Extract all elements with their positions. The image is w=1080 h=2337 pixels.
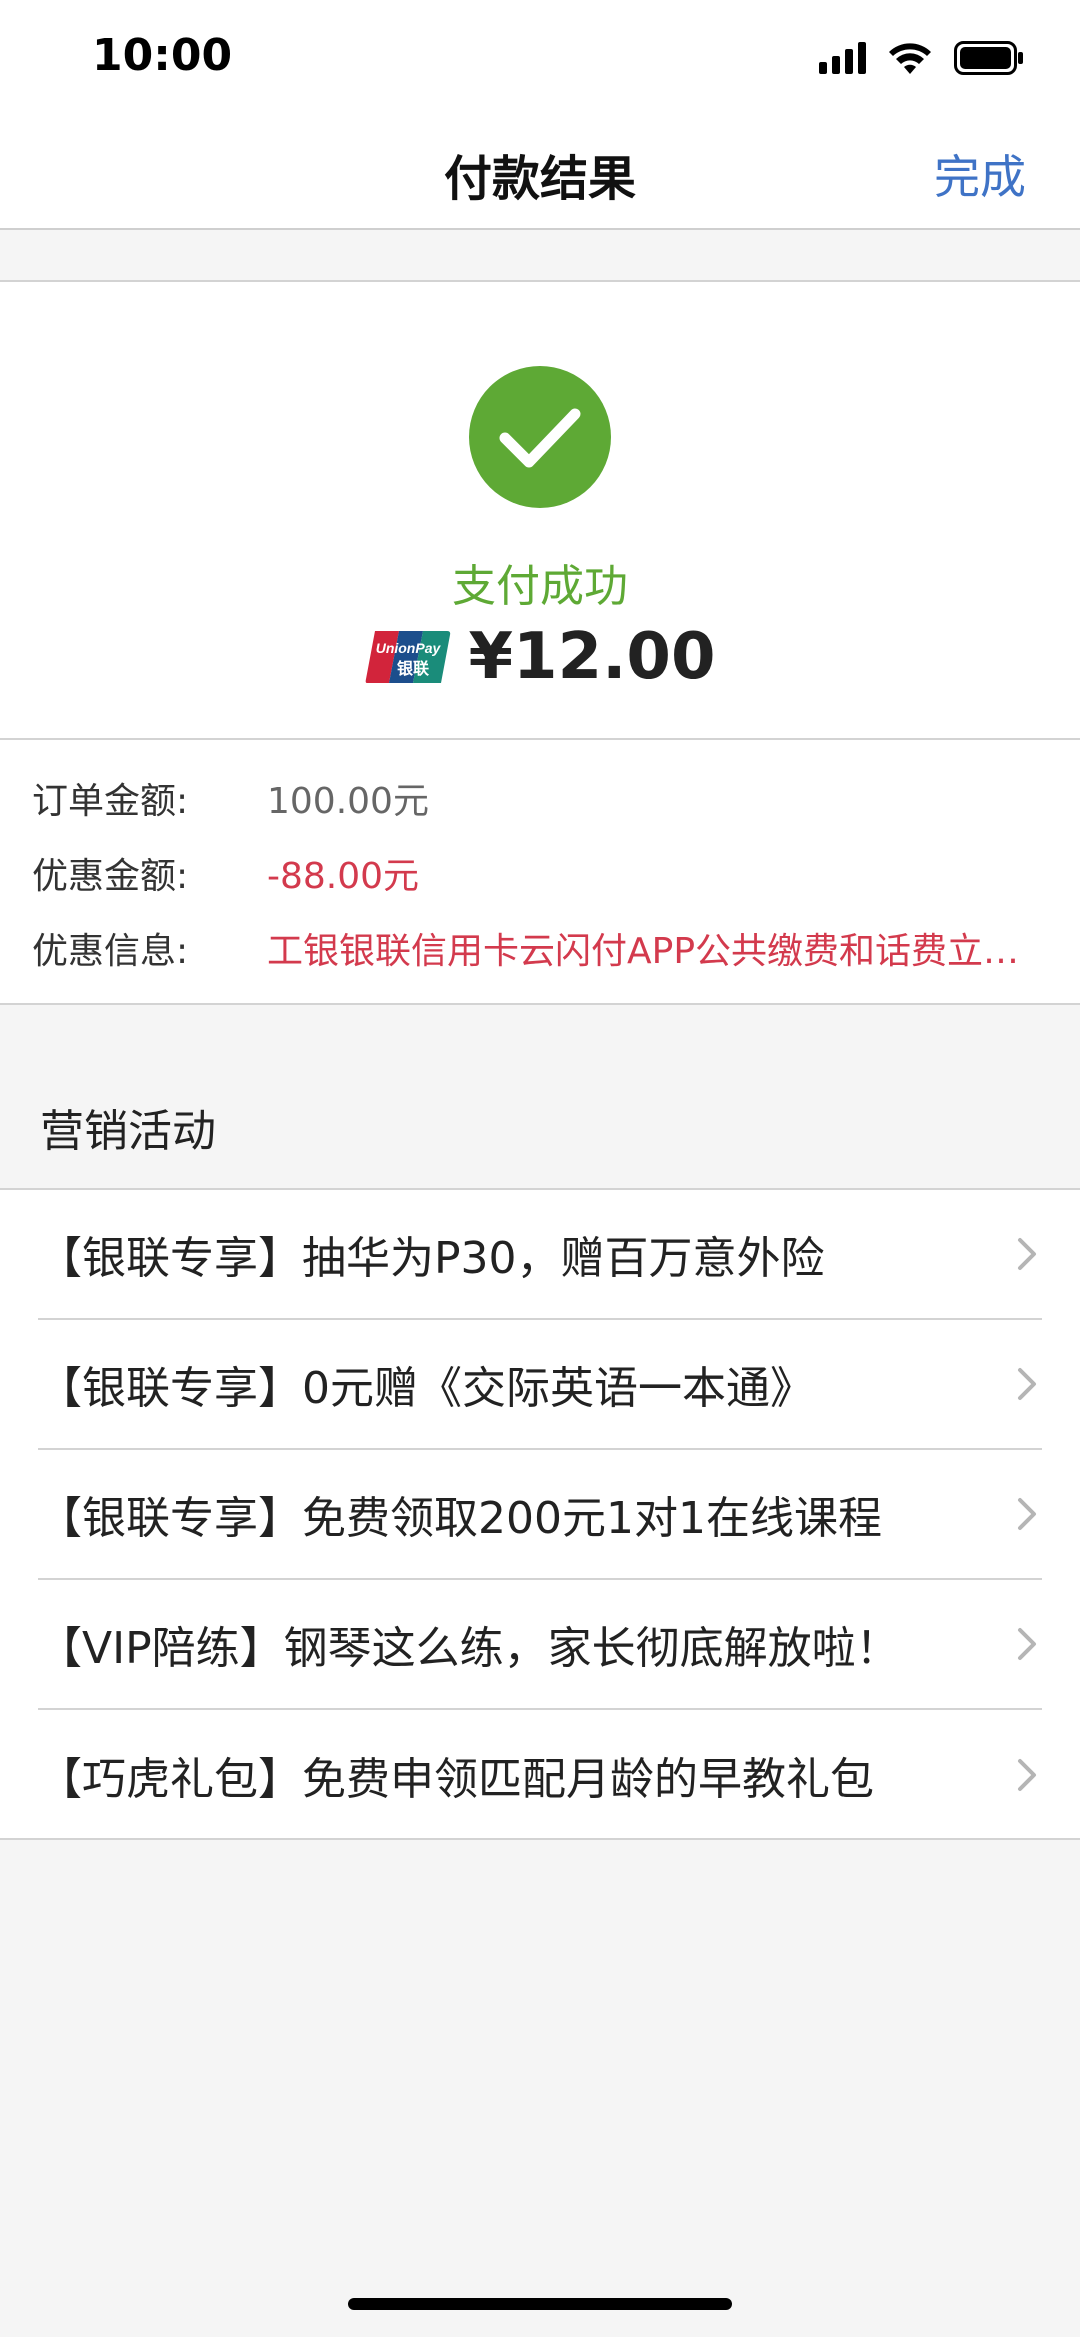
status-icons <box>819 38 1024 78</box>
chevron-right-icon <box>1018 1238 1036 1270</box>
list-item-label: 【巧虎礼包】免费申领匹配月龄的早教礼包 <box>38 1754 874 1805</box>
detail-label: 订单金额: <box>32 781 189 822</box>
status-time: 10:00 <box>92 30 233 81</box>
success-check-icon <box>469 366 611 508</box>
list-item-label: 【银联专享】免费领取200元1对1在线课程 <box>38 1493 882 1544</box>
unionpay-logo-text: UnionPay <box>375 640 441 656</box>
wifi-icon <box>889 43 931 74</box>
list-item-label: 【VIP陪练】钢琴这么练，家长彻底解放啦！ <box>38 1623 900 1674</box>
status-bar: 10:00 <box>0 0 1080 115</box>
detail-value: -88.00元 <box>267 856 420 897</box>
unionpay-logo-text-cn: 银联 <box>397 659 429 678</box>
payment-status-text: 支付成功 <box>452 561 628 612</box>
payment-amount: ¥12.00 <box>468 620 716 694</box>
navigation-bar: 付款结果 完成 <box>0 115 1080 230</box>
chevron-right-icon <box>1018 1759 1036 1791</box>
chevron-right-icon <box>1018 1368 1036 1400</box>
detail-label: 优惠金额: <box>32 856 189 897</box>
detail-row-discount-info: 优惠信息: 工银银联信用卡云闪付APP公共缴费和话费立… <box>32 922 1048 982</box>
unionpay-logo: UnionPay 银联 <box>365 631 450 683</box>
signal-icon <box>819 42 866 74</box>
list-item-label: 【银联专享】0元赠《交际英语一本通》 <box>38 1363 814 1414</box>
list-item[interactable]: 【银联专享】抽华为P30，赠百万意外险 <box>38 1190 1042 1320</box>
home-indicator[interactable] <box>348 2298 732 2310</box>
detail-row-discount-amount: 优惠金额: -88.00元 <box>32 847 1048 907</box>
list-item-label: 【银联专享】抽华为P30，赠百万意外险 <box>38 1233 825 1284</box>
list-item[interactable]: 【VIP陪练】钢琴这么练，家长彻底解放啦！ <box>38 1580 1042 1710</box>
list-item[interactable]: 【巧虎礼包】免费申领匹配月龄的早教礼包 <box>38 1710 1042 1840</box>
marketing-section-title: 营销活动 <box>40 1106 216 1157</box>
order-details: 订单金额: 100.00元 优惠金额: -88.00元 优惠信息: 工银银联信用… <box>0 740 1080 1005</box>
list-item[interactable]: 【银联专享】0元赠《交际英语一本通》 <box>38 1320 1042 1450</box>
detail-row-order-amount: 订单金额: 100.00元 <box>32 772 1048 832</box>
done-button[interactable]: 完成 <box>934 141 1026 207</box>
chevron-right-icon <box>1018 1498 1036 1530</box>
detail-value: 工银银联信用卡云闪付APP公共缴费和话费立… <box>267 931 1020 972</box>
marketing-list: 【银联专享】抽华为P30，赠百万意外险 【银联专享】0元赠《交际英语一本通》 【… <box>0 1188 1080 1840</box>
list-item[interactable]: 【银联专享】免费领取200元1对1在线课程 <box>38 1450 1042 1580</box>
amount-row: UnionPay 银联 ¥12.00 <box>0 620 1080 694</box>
page-title: 付款结果 <box>443 151 636 207</box>
detail-value: 100.00元 <box>267 781 429 822</box>
detail-label: 优惠信息: <box>32 931 189 972</box>
chevron-right-icon <box>1018 1628 1036 1660</box>
battery-icon <box>954 41 1023 75</box>
payment-result-panel: 支付成功 UnionPay 银联 ¥12.00 <box>0 280 1080 740</box>
